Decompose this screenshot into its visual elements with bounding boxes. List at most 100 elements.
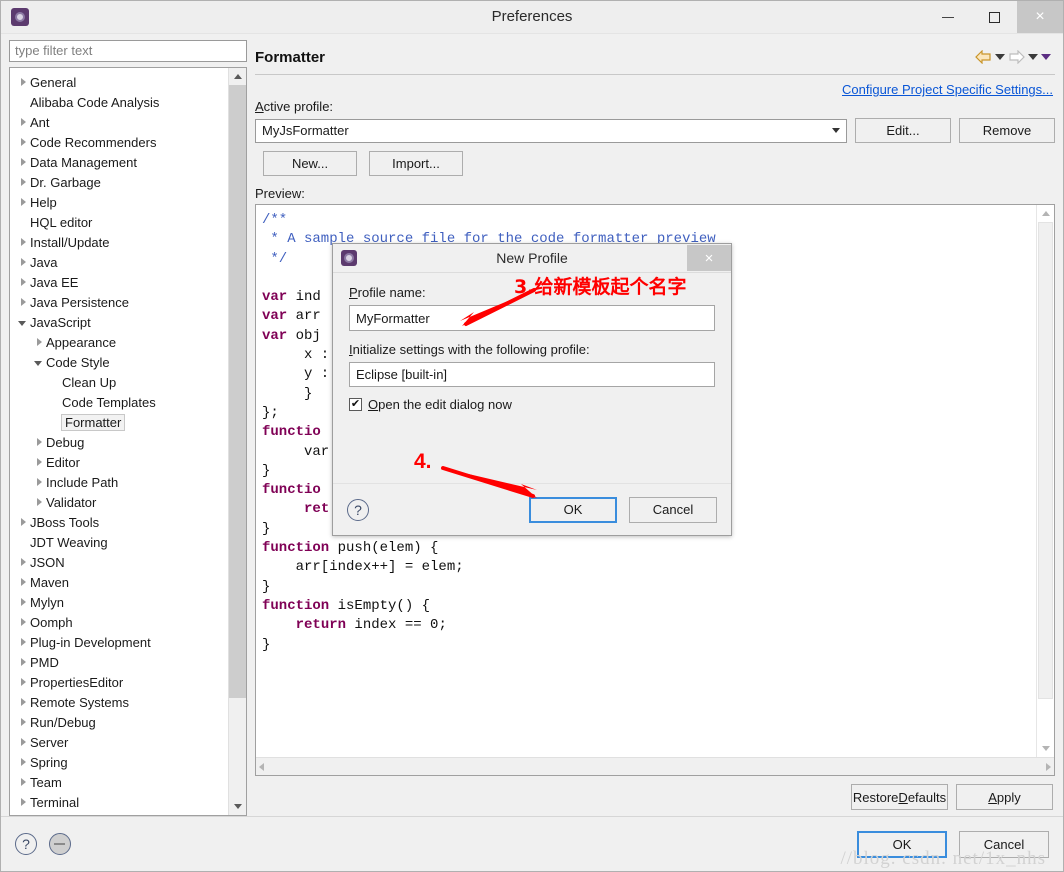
chevron-right-icon[interactable]: [14, 518, 30, 526]
configure-project-specific-settings-link[interactable]: Configure Project Specific Settings...: [842, 82, 1053, 97]
chevron-right-icon[interactable]: [30, 438, 46, 446]
ok-button[interactable]: OK: [857, 830, 947, 858]
modal-help-icon[interactable]: ?: [347, 498, 369, 521]
sidebar-item-debug[interactable]: Debug: [10, 432, 228, 452]
sidebar-item-plug-in-development[interactable]: Plug-in Development: [10, 632, 228, 652]
chevron-right-icon[interactable]: [14, 278, 30, 286]
chevron-right-icon[interactable]: [14, 718, 30, 726]
close-button[interactable]: ×: [1017, 1, 1063, 33]
sidebar-item-json[interactable]: JSON: [10, 552, 228, 572]
chevron-right-icon[interactable]: [14, 138, 30, 146]
sidebar-item-appearance[interactable]: Appearance: [10, 332, 228, 352]
sidebar-item-server[interactable]: Server: [10, 732, 228, 752]
apply-button[interactable]: Apply: [956, 784, 1053, 810]
back-arrow-icon[interactable]: [975, 49, 992, 65]
sidebar-item-help[interactable]: Help: [10, 192, 228, 212]
filter-input[interactable]: type filter text: [9, 40, 247, 62]
profile-name-input[interactable]: MyFormatter: [349, 305, 715, 331]
help-icon[interactable]: ?: [15, 833, 37, 855]
chevron-right-icon[interactable]: [14, 798, 30, 806]
back-dropdown-icon[interactable]: [995, 54, 1005, 60]
sidebar-item-editor[interactable]: Editor: [10, 452, 228, 472]
initialize-profile-combo[interactable]: Eclipse [built-in]: [349, 362, 715, 387]
sidebar-item-code-templates[interactable]: Code Templates: [10, 392, 228, 412]
chevron-right-icon[interactable]: [14, 558, 30, 566]
remove-profile-button[interactable]: Remove: [959, 118, 1055, 143]
scroll-up-button[interactable]: [229, 68, 246, 85]
preview-scroll-track[interactable]: [1037, 222, 1054, 740]
forward-arrow-icon[interactable]: [1008, 49, 1025, 65]
history-dropdown-icon[interactable]: [1041, 54, 1051, 60]
modal-ok-button[interactable]: OK: [529, 496, 617, 523]
sidebar-item-java-persistence[interactable]: Java Persistence: [10, 292, 228, 312]
preview-scroll-up-button[interactable]: [1037, 205, 1054, 222]
chevron-right-icon[interactable]: [14, 578, 30, 586]
sidebar-item-spring[interactable]: Spring: [10, 752, 228, 772]
chevron-down-icon[interactable]: [14, 319, 30, 326]
tree-scroll-track[interactable]: [229, 85, 246, 798]
chevron-right-icon[interactable]: [14, 618, 30, 626]
maximize-button[interactable]: [971, 1, 1017, 33]
chevron-right-icon[interactable]: [14, 678, 30, 686]
cancel-button[interactable]: Cancel: [959, 830, 1049, 858]
sidebar-item-code-recommenders[interactable]: Code Recommenders: [10, 132, 228, 152]
preview-vertical-scrollbar[interactable]: [1036, 205, 1054, 757]
sidebar-item-jdt-weaving[interactable]: JDT Weaving: [10, 532, 228, 552]
sidebar-item-remote-systems[interactable]: Remote Systems: [10, 692, 228, 712]
sidebar-item-oomph[interactable]: Oomph: [10, 612, 228, 632]
sidebar-item-run-debug[interactable]: Run/Debug: [10, 712, 228, 732]
sidebar-item-javascript[interactable]: JavaScript: [10, 312, 228, 332]
preview-scroll-down-button[interactable]: [1037, 740, 1054, 757]
edit-profile-button[interactable]: Edit...: [855, 118, 951, 143]
sidebar-item-alibaba-code-analysis[interactable]: Alibaba Code Analysis: [10, 92, 228, 112]
sidebar-item-java-ee[interactable]: Java EE: [10, 272, 228, 292]
chevron-right-icon[interactable]: [30, 458, 46, 466]
preview-scroll-right-button[interactable]: [1046, 762, 1051, 771]
preferences-tree[interactable]: General Alibaba Code Analysis Ant Code Reco…: [10, 68, 228, 815]
chevron-right-icon[interactable]: [14, 118, 30, 126]
chevron-right-icon[interactable]: [14, 598, 30, 606]
chevron-right-icon[interactable]: [14, 658, 30, 666]
preview-scroll-thumb[interactable]: [1038, 222, 1053, 699]
chevron-right-icon[interactable]: [14, 178, 30, 186]
chevron-right-icon[interactable]: [14, 738, 30, 746]
status-icon[interactable]: [49, 833, 71, 855]
chevron-right-icon[interactable]: [14, 298, 30, 306]
chevron-right-icon[interactable]: [14, 698, 30, 706]
sidebar-item-ant[interactable]: Ant: [10, 112, 228, 132]
chevron-right-icon[interactable]: [14, 158, 30, 166]
chevron-right-icon[interactable]: [14, 258, 30, 266]
sidebar-item-clean-up[interactable]: Clean Up: [10, 372, 228, 392]
tree-vertical-scrollbar[interactable]: [228, 68, 246, 815]
sidebar-item-validator[interactable]: Validator: [10, 492, 228, 512]
import-profile-button[interactable]: Import...: [369, 151, 463, 176]
active-profile-combo[interactable]: MyJsFormatter: [255, 118, 847, 143]
chevron-right-icon[interactable]: [30, 498, 46, 506]
sidebar-item-terminal[interactable]: Terminal: [10, 792, 228, 812]
sidebar-item-propertieseditor[interactable]: PropertiesEditor: [10, 672, 228, 692]
chevron-right-icon[interactable]: [14, 198, 30, 206]
sidebar-item-pmd[interactable]: PMD: [10, 652, 228, 672]
chevron-right-icon[interactable]: [30, 478, 46, 486]
new-profile-button[interactable]: New...: [263, 151, 357, 176]
sidebar-item-mylyn[interactable]: Mylyn: [10, 592, 228, 612]
sidebar-item-maven[interactable]: Maven: [10, 572, 228, 592]
preview-horizontal-scrollbar[interactable]: [256, 757, 1054, 775]
sidebar-item-data-management[interactable]: Data Management: [10, 152, 228, 172]
chevron-down-icon[interactable]: [30, 359, 46, 366]
restore-defaults-button[interactable]: Restore Defaults: [851, 784, 948, 810]
sidebar-item-code-style[interactable]: Code Style: [10, 352, 228, 372]
modal-cancel-button[interactable]: Cancel: [629, 496, 717, 523]
forward-dropdown-icon[interactable]: [1028, 54, 1038, 60]
sidebar-item-team[interactable]: Team: [10, 772, 228, 792]
tree-scroll-thumb[interactable]: [229, 85, 246, 699]
sidebar-item-dr-garbage[interactable]: Dr. Garbage: [10, 172, 228, 192]
scroll-down-button[interactable]: [229, 798, 246, 815]
sidebar-item-formatter[interactable]: Formatter: [10, 412, 228, 432]
chevron-right-icon[interactable]: [14, 78, 30, 86]
chevron-right-icon[interactable]: [14, 238, 30, 246]
sidebar-item-jboss-tools[interactable]: JBoss Tools: [10, 512, 228, 532]
open-edit-dialog-checkbox[interactable]: ✔: [349, 398, 362, 411]
sidebar-item-install-update[interactable]: Install/Update: [10, 232, 228, 252]
preview-scroll-left-button[interactable]: [259, 762, 264, 771]
